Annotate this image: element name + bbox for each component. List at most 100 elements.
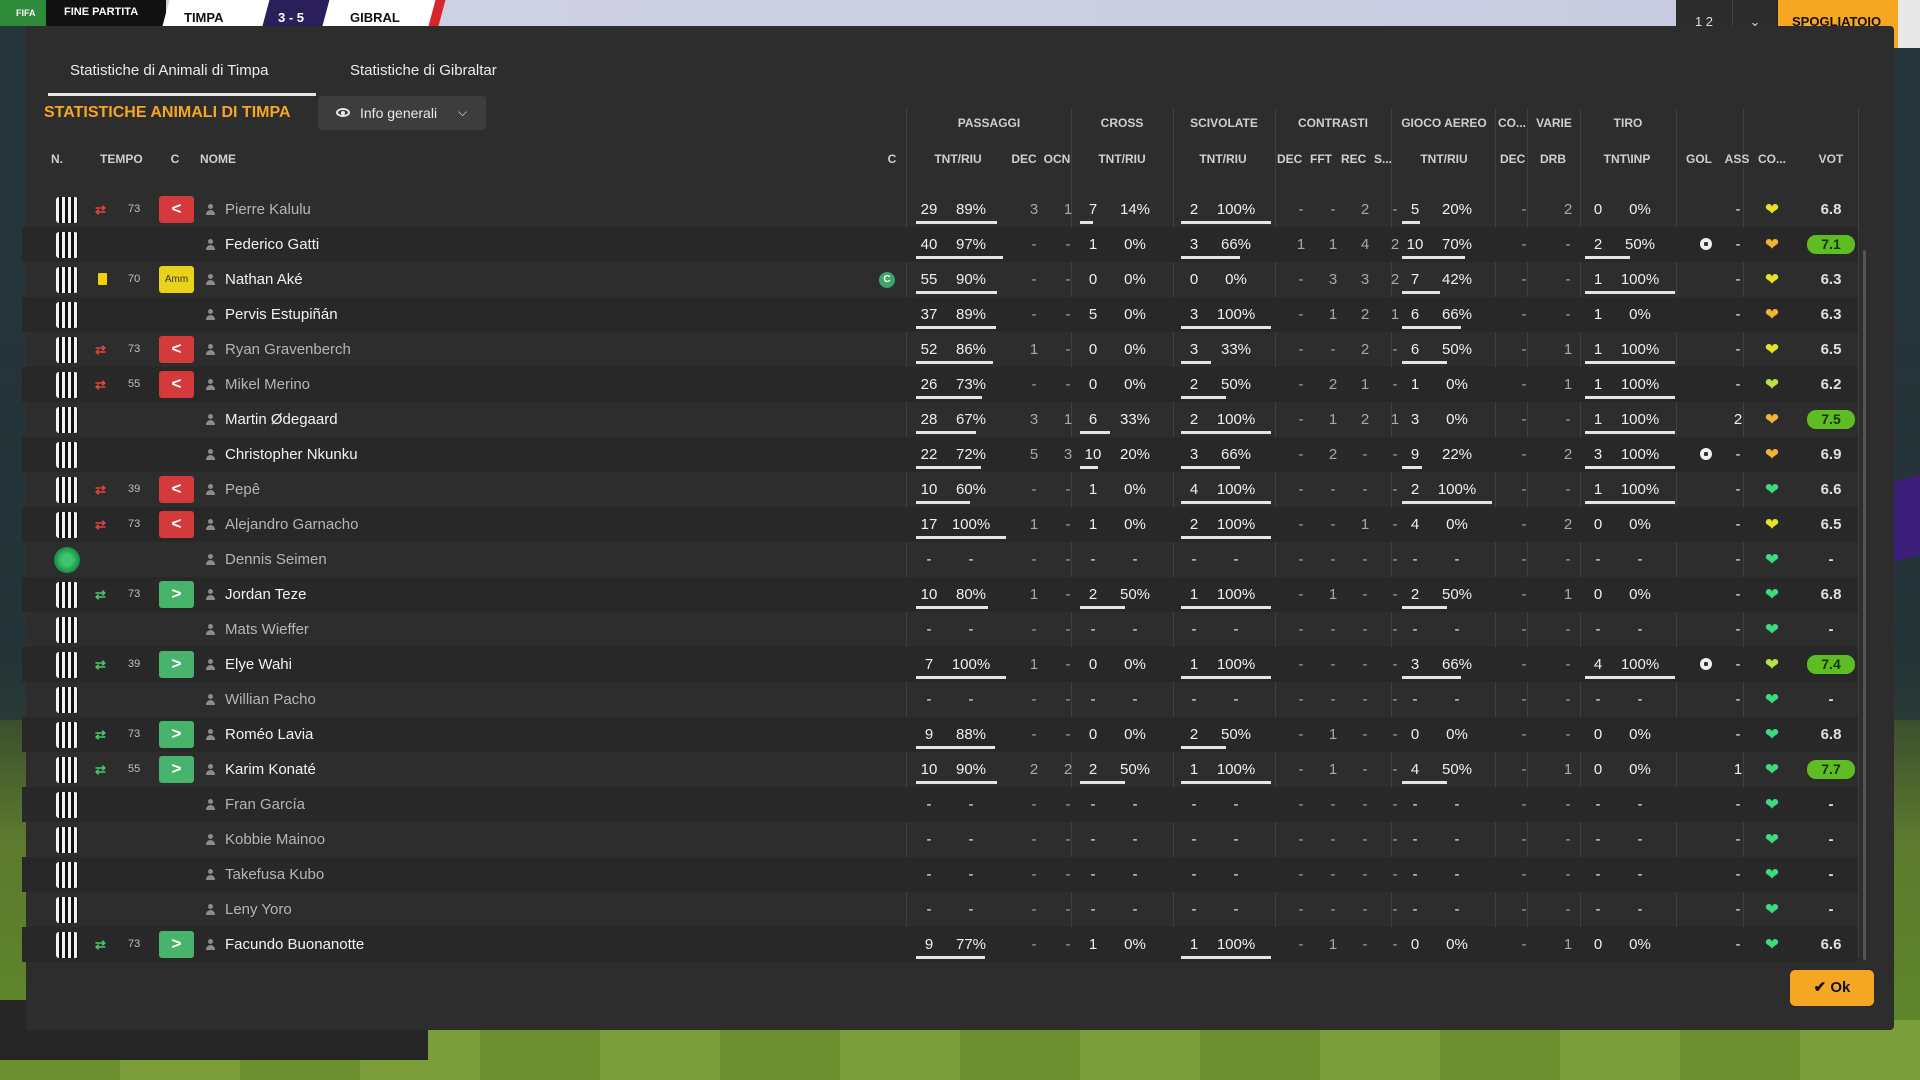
player-name[interactable]: Leny Yoro: [225, 892, 292, 927]
group-header: GIOCO AEREO: [1401, 116, 1487, 130]
table-row[interactable]: ⇄ 55 < Mikel Merino 26 73% - -0 0% 2 50% -2 1-1 0% -1 1…: [22, 367, 1858, 402]
table-row[interactable]: ⇄ 39 > Elye Wahi 7 100% 1-0 0% 1 100% - - - -3 66% - -4 1…: [22, 647, 1858, 682]
table-row[interactable]: 70 Amm Nathan Aké C 55 90% - -0 0% 0 0% -3 3 2 7 42% - -1…: [22, 262, 1858, 297]
table-row[interactable]: Willian Pacho - - - - - - - - - - - - - - - - - - - ❤ -: [22, 682, 1858, 717]
table-scrollbar[interactable]: [1863, 250, 1866, 960]
column-header-ocn[interactable]: OCN: [1043, 152, 1071, 166]
shots-bar: [1585, 676, 1675, 679]
player-name[interactable]: Dennis Seimen: [225, 542, 327, 577]
table-row[interactable]: Christopher Nkunku 22 72% 5 3 10 20% 3 66% -2- -9 2…: [22, 437, 1858, 472]
player-name[interactable]: Pervis Estupiñán: [225, 297, 338, 332]
column-header-dec[interactable]: DEC: [1010, 152, 1038, 166]
contrasti-value: -: [1298, 481, 1304, 498]
column-header-cross_tnt[interactable]: TNT/RIU: [1094, 152, 1150, 166]
passes-pct: -: [968, 691, 974, 708]
assists-value: -: [1735, 621, 1741, 638]
column-header-c2[interactable]: C: [886, 152, 898, 166]
sub-out-icon: ⇄: [95, 342, 106, 357]
player-name[interactable]: Jordan Teze: [225, 577, 306, 612]
column-header-gol[interactable]: GOL: [1685, 152, 1713, 166]
outer-scrollbar[interactable]: [1898, 0, 1920, 48]
column-header-vot[interactable]: VOT: [1814, 152, 1848, 166]
column-header-co[interactable]: CO...: [1757, 152, 1787, 166]
table-row[interactable]: Dennis Seimen - - - - - - - - - - - - - - - - - - - ❤ -: [22, 542, 1858, 577]
player-name[interactable]: Kobbie Mainoo: [225, 822, 325, 857]
tab-home-stats[interactable]: Statistiche di Animali di Timpa: [48, 56, 316, 96]
player-name[interactable]: Mikel Merino: [225, 367, 310, 402]
table-row[interactable]: ⇄ 73 < Alejandro Garnacho 17 100% 1-1 0% 2 100% - -…: [22, 507, 1858, 542]
ok-button[interactable]: ✔ Ok: [1790, 970, 1874, 1006]
player-name[interactable]: Federico Gatti: [225, 227, 319, 262]
tab-away-stats[interactable]: Statistiche di Gibraltar: [328, 56, 528, 96]
table-row[interactable]: Leny Yoro - - - - - - - - - - - - - - - - - - - ❤ -: [22, 892, 1858, 927]
column-header-sciv_tnt[interactable]: TNT/RIU: [1195, 152, 1251, 166]
cross-tnt: 0: [1088, 726, 1098, 743]
column-header-fft[interactable]: FFT: [1309, 152, 1333, 166]
player-name[interactable]: Nathan Aké: [225, 262, 303, 297]
column-header-n[interactable]: N.: [45, 152, 69, 166]
column-header-tiro[interactable]: TNT\INP: [1599, 152, 1655, 166]
player-name[interactable]: Karim Konaté: [225, 752, 316, 787]
shots-pct: -: [1637, 551, 1643, 568]
dribbles-value: -: [1565, 551, 1571, 568]
player-name[interactable]: Christopher Nkunku: [225, 437, 358, 472]
column-header-nome[interactable]: NOME: [200, 152, 240, 166]
dribbles-value: -: [1565, 236, 1571, 253]
column-header-c[interactable]: C: [169, 152, 181, 166]
passes-dec: -: [1031, 621, 1037, 638]
table-row[interactable]: Kobbie Mainoo - - - - - - - - - - - - - - - - - - - ❤ -: [22, 822, 1858, 857]
table-row[interactable]: ⇄ 73 > Jordan Teze 10 80% 1-2 50% 1 100% -1- -2 50% -…: [22, 577, 1858, 612]
passes-dec: 3: [1029, 201, 1039, 218]
player-name[interactable]: Takefusa Kubo: [225, 857, 324, 892]
player-name[interactable]: Pepê: [225, 472, 260, 507]
dribbles-value: 1: [1563, 376, 1573, 393]
table-row[interactable]: ⇄ 73 > Facundo Buonanotte 9 77% - -1 0% 1 100% -1- -…: [22, 927, 1858, 962]
column-header-ass[interactable]: ASS: [1723, 152, 1751, 166]
player-name[interactable]: Elye Wahi: [225, 647, 292, 682]
player-name[interactable]: Martin Ødegaard: [225, 402, 338, 437]
player-name[interactable]: Willian Pacho: [225, 682, 316, 717]
column-header-con_dec[interactable]: DEC: [1277, 152, 1302, 166]
table-row[interactable]: Fran García - - - - - - - - - - - - - - - - - - - ❤ -: [22, 787, 1858, 822]
player-name[interactable]: Pierre Kalulu: [225, 192, 311, 227]
column-header-tempo[interactable]: TEMPO: [100, 152, 143, 166]
player-name[interactable]: Fran García: [225, 787, 305, 822]
assists-value: -: [1735, 341, 1741, 358]
column-header-rec[interactable]: REC: [1341, 152, 1366, 166]
view-dropdown[interactable]: Info generali ⌵: [318, 96, 486, 130]
table-row[interactable]: ⇄ 73 < Ryan Gravenberch 52 86% 1-0 0% 3 33% - -2-6 5…: [22, 332, 1858, 367]
column-header-aereo_tnt[interactable]: TNT/RIU: [1416, 152, 1472, 166]
shirt-icon: [56, 757, 78, 783]
condition-heart-icon: ❤: [1764, 200, 1780, 219]
dribbles-value: 2: [1563, 516, 1573, 533]
table-row[interactable]: Takefusa Kubo - - - - - - - - - - - - - - - - - - - ❤ -: [22, 857, 1858, 892]
contrasti-value: 1: [1328, 306, 1338, 323]
table-row[interactable]: Mats Wieffer - - - - - - - - - - - - - - - - - - - ❤ -: [22, 612, 1858, 647]
player-name[interactable]: Facundo Buonanotte: [225, 927, 364, 962]
table-row[interactable]: ⇄ 73 > Roméo Lavia 9 88% - -0 0% 2 50% -1- -0 0% - -0 0%…: [22, 717, 1858, 752]
shots-tnt: -: [1595, 866, 1601, 883]
player-name[interactable]: Alejandro Garnacho: [225, 507, 358, 542]
player-name[interactable]: Roméo Lavia: [225, 717, 313, 752]
table-row[interactable]: Federico Gatti 40 97% - -1 0% 3 66% 1 1 4 2 10 70% - -2…: [22, 227, 1858, 262]
condition-heart-icon: ❤: [1764, 620, 1780, 639]
column-header-drb[interactable]: DRB: [1538, 152, 1568, 166]
tackles-bar: [1181, 326, 1271, 329]
column-header-pass_tnt[interactable]: TNT/RIU: [930, 152, 986, 166]
player-name[interactable]: Mats Wieffer: [225, 612, 309, 647]
shirt-icon: [56, 232, 78, 258]
column-header-co_dec[interactable]: DEC: [1500, 152, 1525, 166]
passes-tnt: -: [926, 551, 932, 568]
contrasti-value: -: [1330, 551, 1336, 568]
player-icon: [205, 939, 216, 950]
table-row[interactable]: ⇄ 73 < Pierre Kalulu 29 89% 3 1 7 14% 2 100% - -2-5 20…: [22, 192, 1858, 227]
table-row[interactable]: Martin Ødegaard 28 67% 3 1 6 33% 2 100% -1 2 1 3 0% - -…: [22, 402, 1858, 437]
contrasti-value: 1: [1360, 516, 1370, 533]
player-icon: [205, 869, 216, 880]
table-row[interactable]: ⇄ 55 > Karim Konaté 10 90% 2 2 2 50% 1 100% -1- -4 50%…: [22, 752, 1858, 787]
table-row[interactable]: Pervis Estupiñán 37 89% - -5 0% 3 100% -1 2 1 6 66% -…: [22, 297, 1858, 332]
shots-pct: -: [1637, 866, 1643, 883]
player-name[interactable]: Ryan Gravenberch: [225, 332, 351, 367]
column-header-s[interactable]: S...: [1371, 152, 1395, 166]
table-row[interactable]: ⇄ 39 < Pepê 10 60% - -1 0% 4 100% - - - -2 100% - -1 100% -…: [22, 472, 1858, 507]
